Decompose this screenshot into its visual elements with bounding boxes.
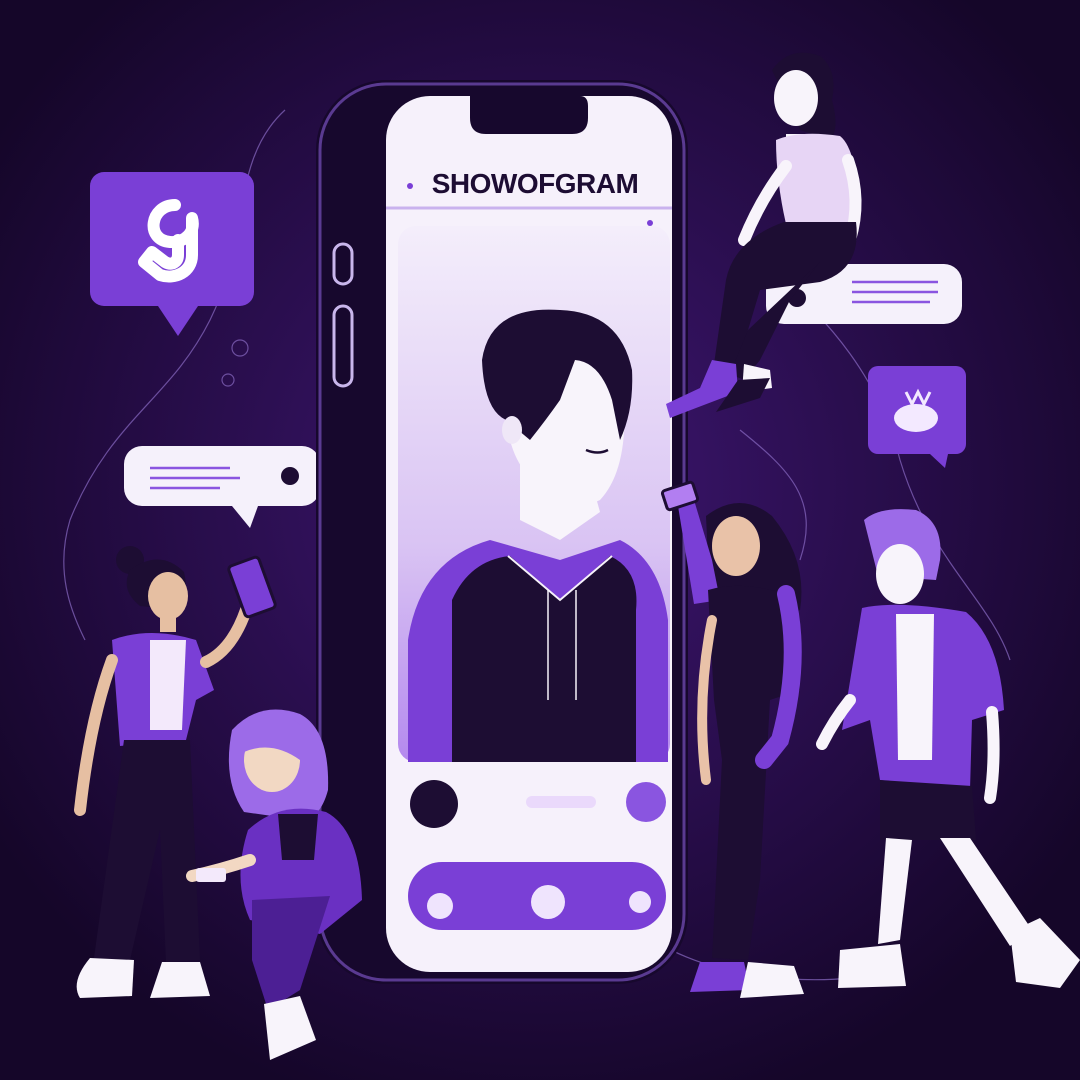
nav-dot-right (629, 891, 651, 913)
app-title: SHOWOFGRAM (431, 168, 639, 199)
smartphone (316, 80, 688, 984)
record-button-icon (531, 885, 565, 919)
heart-chat-icon (868, 366, 966, 468)
avatar (410, 780, 458, 828)
nav-dot-left (427, 893, 453, 919)
notch (470, 96, 588, 134)
illustration-scene: SHOWOFGRAM (0, 0, 1080, 1080)
share-button-icon (626, 782, 666, 822)
